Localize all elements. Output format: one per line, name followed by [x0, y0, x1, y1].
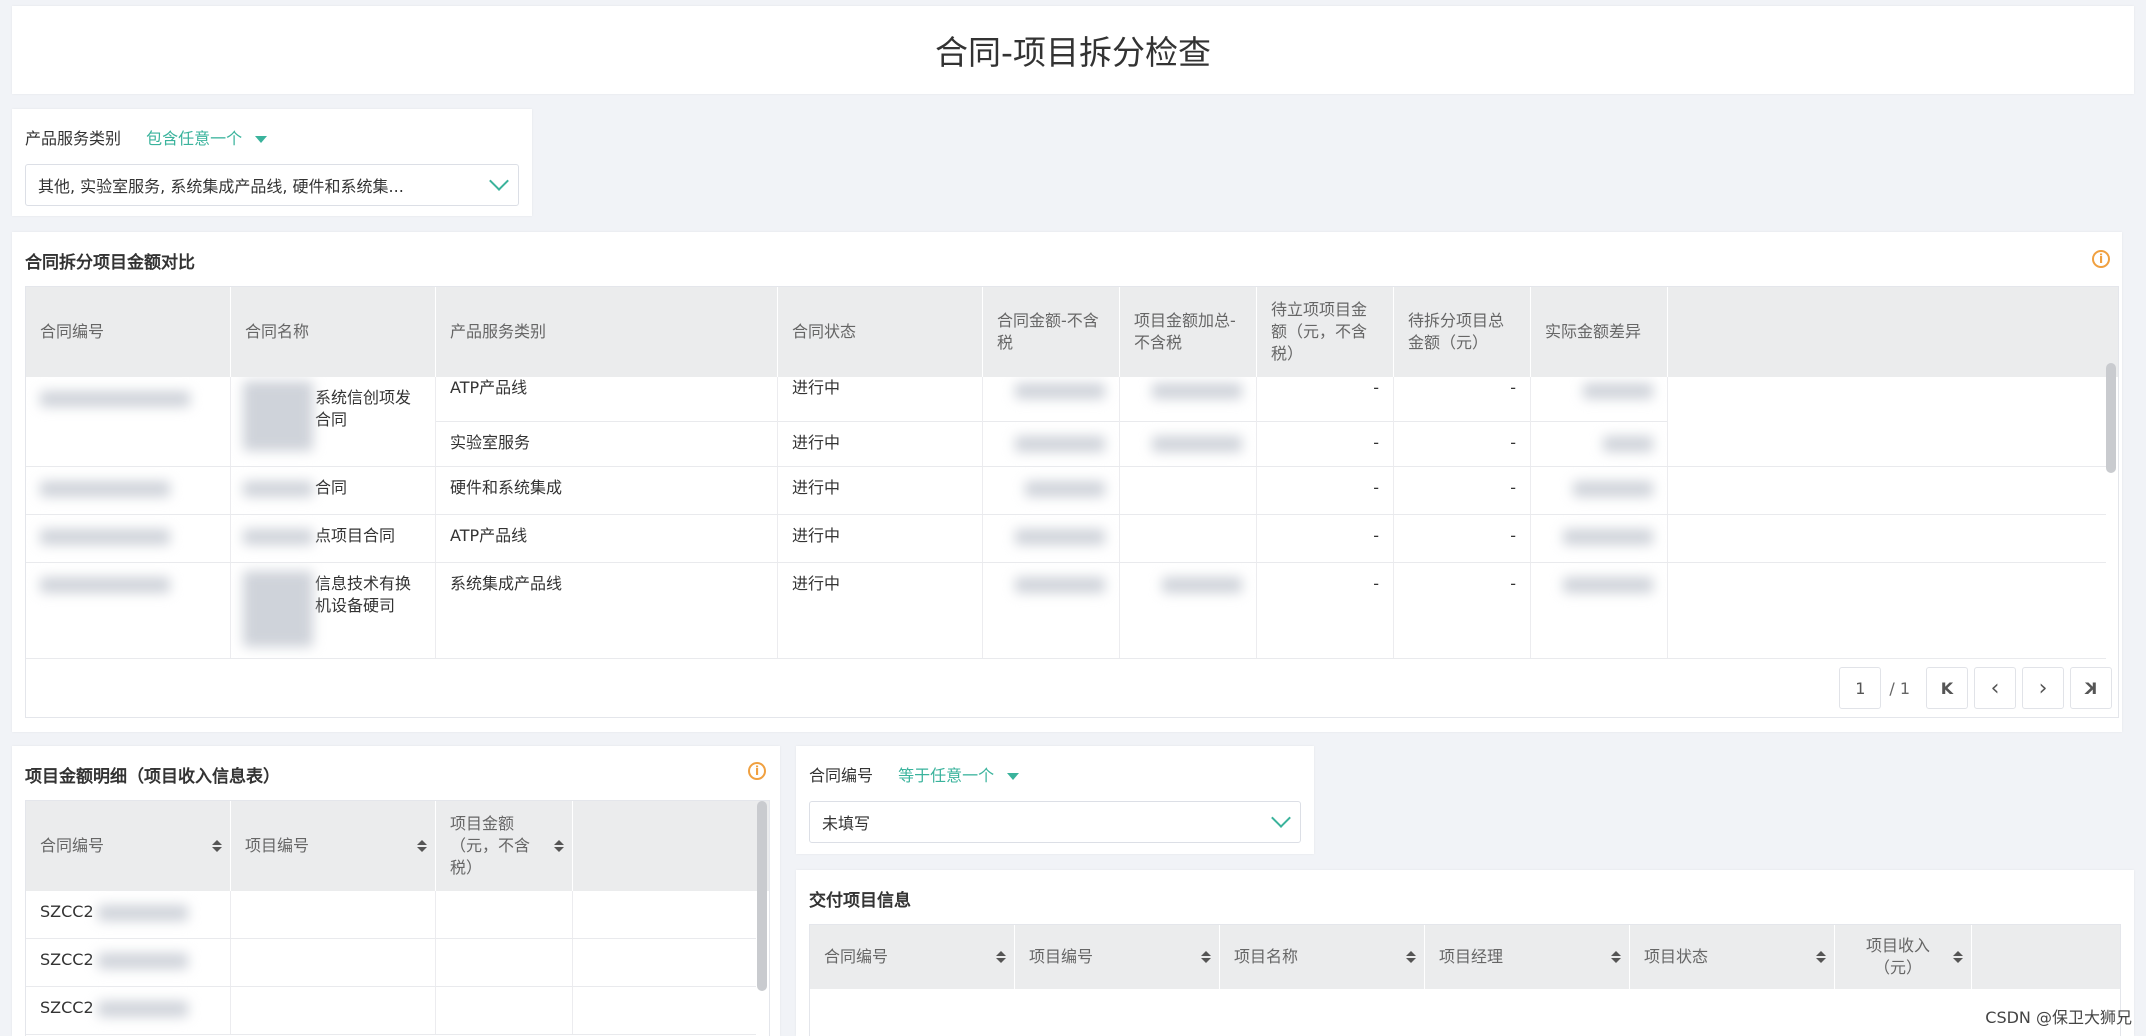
next-page-icon[interactable]: ›	[2022, 667, 2064, 709]
table-row[interactable]: 系统信创项发合同 ATP产品线 实验室服务 进行中 进行中 - - - -	[26, 377, 2106, 467]
contract-select[interactable]: 未填写	[809, 801, 1301, 843]
col-diff[interactable]: 实际金额差异	[1531, 287, 1668, 377]
category-cell: 实验室服务	[450, 433, 531, 452]
contract-filter-mode[interactable]: 等于任意一个	[898, 766, 994, 785]
compare-card: 合同拆分项目金额对比 i 合同编号 合同名称 产品服务类别 合同状态 合同金额-…	[12, 232, 2122, 732]
contract-no: SZCC2	[40, 902, 94, 921]
col-project-name[interactable]: 项目名称	[1220, 925, 1425, 989]
sort-icon[interactable]	[554, 838, 564, 854]
table-row[interactable]: SZCC2	[26, 891, 756, 939]
page-title: 合同-项目拆分检查	[935, 33, 1211, 72]
info-icon[interactable]: i	[748, 762, 766, 780]
pending-cell: -	[1373, 433, 1379, 452]
category-cell: ATP产品线	[436, 515, 778, 562]
chevron-down-icon[interactable]	[1271, 808, 1291, 828]
first-page-icon[interactable]: K	[1926, 667, 1968, 709]
detail-scrollbar[interactable]	[757, 801, 767, 991]
table-row[interactable]: 信息技术有换机设备硬司 系统集成产品线 进行中 - -	[26, 563, 2106, 659]
category-select-value: 其他, 实验室服务, 系统集成产品线, 硬件和系统集...	[38, 177, 404, 196]
category-cell: 系统集成产品线	[436, 563, 778, 658]
prev-page-icon[interactable]: ‹	[1974, 667, 2016, 709]
sort-icon[interactable]	[1406, 949, 1416, 965]
contract-name: 合同	[315, 478, 348, 497]
detail-title: 项目金额明细（项目收入信息表）	[25, 767, 280, 787]
split-cell: -	[1394, 377, 1530, 422]
col-project-sum[interactable]: 项目金额加总-不含税	[1120, 287, 1257, 377]
table-row[interactable]: SZCC2	[26, 987, 756, 1035]
page-total: / 1	[1889, 678, 1910, 698]
pagination: 1 / 1 K ‹ › K	[1839, 667, 2112, 709]
category-filter: 产品服务类别 包含任意一个 其他, 实验室服务, 系统集成产品线, 硬件和系统集…	[12, 109, 532, 216]
col-project-amount[interactable]: 项目金额（元，不含税）	[436, 801, 573, 891]
compare-title: 合同拆分项目金额对比	[25, 253, 195, 273]
status-cell: 进行中	[778, 563, 983, 658]
split-cell: -	[1394, 515, 1531, 562]
split-cell: -	[1510, 433, 1516, 452]
info-icon[interactable]: i	[2092, 250, 2110, 268]
split-cell: -	[1394, 563, 1531, 658]
contract-filter-label: 合同编号	[809, 766, 874, 785]
col-status[interactable]: 合同状态	[778, 287, 983, 377]
col-category[interactable]: 产品服务类别	[436, 287, 778, 377]
detail-table: 合同编号 项目编号 项目金额（元，不含税） SZCC2 SZCC2 SZCC2	[25, 800, 770, 1036]
status-cell: 进行中	[778, 515, 983, 562]
category-filter-label: 产品服务类别	[25, 129, 122, 148]
col-project-no[interactable]: 项目编号	[1015, 925, 1220, 989]
delivery-card: 交付项目信息 合同编号 项目编号 项目名称 项目经理 项目状态 项目收入（元）	[796, 870, 2134, 1036]
contract-no: SZCC2	[40, 998, 94, 1017]
sort-icon[interactable]	[1611, 949, 1621, 965]
sort-icon[interactable]	[996, 949, 1006, 965]
sort-icon[interactable]	[1201, 949, 1211, 965]
sort-icon[interactable]	[1953, 949, 1963, 965]
contract-filter: 合同编号 等于任意一个 未填写	[796, 746, 1314, 854]
table-row[interactable]: SZCC2	[26, 939, 756, 987]
category-cell: ATP产品线	[436, 377, 777, 422]
page-input[interactable]: 1	[1839, 667, 1882, 709]
col-pending-amount[interactable]: 待立项项目金额（元，不含税）	[1257, 287, 1394, 377]
contract-name: 信息技术有换机设备硬司	[315, 574, 412, 615]
last-page-icon[interactable]: K	[2070, 667, 2112, 709]
sort-icon[interactable]	[212, 838, 222, 854]
detail-card: 项目金额明细（项目收入信息表） i 合同编号 项目编号 项目金额（元，不含税） …	[12, 746, 780, 1036]
pending-cell: -	[1257, 563, 1394, 658]
page-title-bar: 合同-项目拆分检查	[12, 6, 2134, 94]
caret-down-icon[interactable]	[255, 136, 268, 143]
col-project-status[interactable]: 项目状态	[1630, 925, 1835, 989]
pending-cell: -	[1257, 515, 1394, 562]
contract-name: 系统信创项发合同	[315, 388, 412, 429]
category-cell: 硬件和系统集成	[436, 467, 778, 514]
category-select[interactable]: 其他, 实验室服务, 系统集成产品线, 硬件和系统集...	[25, 164, 519, 206]
col-contract-no[interactable]: 合同编号	[810, 925, 1015, 989]
watermark: CSDN @保卫大狮兄	[1985, 1008, 2132, 1027]
contract-select-value: 未填写	[822, 814, 871, 833]
sort-icon[interactable]	[1816, 949, 1826, 965]
category-filter-mode[interactable]: 包含任意一个	[146, 129, 242, 148]
sort-icon[interactable]	[417, 838, 427, 854]
col-split-amount[interactable]: 待拆分项目总金额（元）	[1394, 287, 1531, 377]
pending-cell: -	[1257, 467, 1394, 514]
compare-table: 合同编号 合同名称 产品服务类别 合同状态 合同金额-不含税 项目金额加总-不含…	[25, 286, 2119, 718]
col-contract-name[interactable]: 合同名称	[231, 287, 436, 377]
col-project-manager[interactable]: 项目经理	[1425, 925, 1630, 989]
contract-name: 点项目合同	[315, 526, 396, 545]
chevron-down-icon[interactable]	[489, 171, 509, 191]
col-contract-amount[interactable]: 合同金额-不含税	[983, 287, 1120, 377]
table-row[interactable]: 合同 硬件和系统集成 进行中 - -	[26, 467, 2106, 515]
delivery-table: 合同编号 项目编号 项目名称 项目经理 项目状态 项目收入（元）	[809, 924, 2121, 1036]
status-cell: 进行中	[792, 433, 841, 452]
col-project-revenue[interactable]: 项目收入（元）	[1835, 925, 1972, 989]
delivery-title: 交付项目信息	[809, 891, 911, 911]
contract-no: SZCC2	[40, 950, 94, 969]
compare-table-header: 合同编号 合同名称 产品服务类别 合同状态 合同金额-不含税 项目金额加总-不含…	[26, 287, 2118, 377]
status-cell: 进行中	[778, 377, 982, 422]
split-cell: -	[1394, 467, 1531, 514]
caret-down-icon[interactable]	[1007, 773, 1020, 780]
table-row[interactable]: 点项目合同 ATP产品线 进行中 - -	[26, 515, 2106, 563]
pending-cell: -	[1257, 377, 1393, 422]
compare-scrollbar[interactable]	[2106, 363, 2116, 473]
status-cell: 进行中	[778, 467, 983, 514]
col-contract-no[interactable]: 合同编号	[26, 801, 231, 891]
col-project-no[interactable]: 项目编号	[231, 801, 436, 891]
col-contract-no[interactable]: 合同编号	[26, 287, 231, 377]
